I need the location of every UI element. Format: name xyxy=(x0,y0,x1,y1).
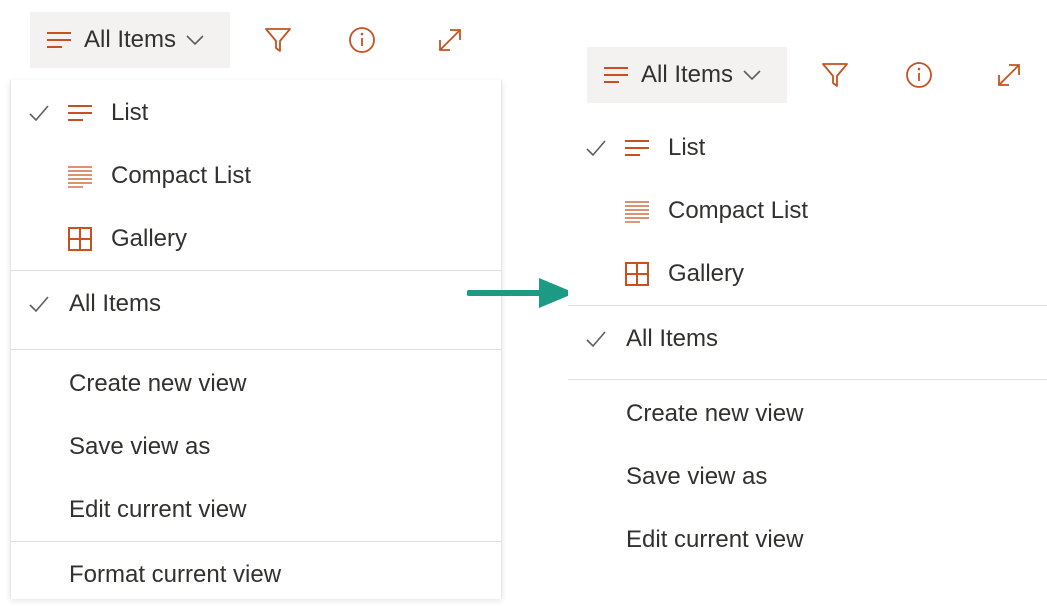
menu-divider xyxy=(11,349,501,350)
chevron-down-icon xyxy=(743,70,761,81)
left-panel: All Items List Compact List Gallery All … xyxy=(0,0,510,599)
menu-item-list[interactable]: List xyxy=(568,117,1047,179)
menu-item-label: Compact List xyxy=(111,162,252,189)
filter-icon xyxy=(822,63,848,87)
menu-item-edit-current-view[interactable]: Edit current view xyxy=(11,479,501,541)
menu-item-edit-current-view[interactable]: Edit current view xyxy=(568,509,1047,571)
view-selector-label: All Items xyxy=(641,61,734,88)
menu-item-label: All Items xyxy=(626,325,719,352)
filter-button[interactable] xyxy=(813,47,857,103)
view-menu: List Compact List Gallery All Items Crea… xyxy=(10,80,502,599)
menu-item-label: Create new view xyxy=(626,400,804,427)
menu-item-label: All Items xyxy=(69,290,162,317)
chevron-down-icon xyxy=(186,35,204,46)
view-selector-label: All Items xyxy=(84,26,177,53)
menu-item-label: Edit current view xyxy=(69,496,247,523)
gallery-grid-icon xyxy=(625,262,649,286)
filter-icon xyxy=(265,28,291,52)
view-lines-icon xyxy=(604,67,628,83)
compact-list-icon xyxy=(68,166,92,188)
command-bar: All Items xyxy=(30,12,490,68)
view-lines-icon xyxy=(47,32,71,48)
right-panel: All Items List Compact List Gallery All … xyxy=(568,0,1047,599)
menu-item-save-view-as[interactable]: Save view as xyxy=(568,446,1047,508)
menu-item-label: List xyxy=(111,99,149,126)
info-button[interactable] xyxy=(340,12,384,68)
expand-button[interactable] xyxy=(987,47,1031,103)
menu-item-gallery[interactable]: Gallery xyxy=(568,243,1047,305)
info-icon xyxy=(349,27,375,53)
command-bar: All Items xyxy=(587,47,1047,103)
expand-button[interactable] xyxy=(428,12,472,68)
list-icon xyxy=(625,140,649,156)
menu-item-label: Format current view xyxy=(69,561,282,588)
view-selector-button[interactable]: All Items xyxy=(30,12,230,68)
filter-button[interactable] xyxy=(256,12,300,68)
menu-item-compact-list[interactable]: Compact List xyxy=(568,180,1047,242)
menu-item-label: Edit current view xyxy=(626,526,804,553)
expand-icon xyxy=(439,29,461,51)
checkmark-icon xyxy=(29,105,49,122)
info-button[interactable] xyxy=(897,47,941,103)
menu-item-label: List xyxy=(668,134,706,161)
list-icon xyxy=(68,105,92,121)
expand-icon xyxy=(998,64,1020,86)
menu-item-label: Save view as xyxy=(69,433,211,460)
menu-divider xyxy=(11,270,501,271)
menu-divider xyxy=(11,541,501,542)
checkmark-icon xyxy=(29,296,49,313)
checkmark-icon xyxy=(586,140,606,157)
compact-list-icon xyxy=(625,201,649,223)
menu-item-label: Compact List xyxy=(668,197,809,224)
info-icon xyxy=(906,62,932,88)
checkmark-icon xyxy=(586,331,606,348)
menu-item-create-new-view[interactable]: Create new view xyxy=(11,353,501,415)
menu-item-label: Create new view xyxy=(69,370,247,397)
menu-item-compact-list[interactable]: Compact List xyxy=(11,145,501,207)
menu-item-all-items[interactable]: All Items xyxy=(568,308,1047,370)
menu-divider xyxy=(568,305,1047,306)
menu-item-label: Gallery xyxy=(111,225,188,252)
menu-divider xyxy=(568,379,1047,380)
menu-item-gallery[interactable]: Gallery xyxy=(11,208,501,270)
menu-item-create-new-view[interactable]: Create new view xyxy=(568,383,1047,445)
menu-item-save-view-as[interactable]: Save view as xyxy=(11,416,501,478)
menu-item-list[interactable]: List xyxy=(11,82,501,144)
view-selector-button[interactable]: All Items xyxy=(587,47,787,103)
menu-item-label: Gallery xyxy=(668,260,745,287)
menu-item-label: Save view as xyxy=(626,463,768,490)
gallery-grid-icon xyxy=(68,227,92,251)
view-menu: List Compact List Gallery All Items Crea… xyxy=(568,115,1047,585)
menu-item-format-current-view[interactable]: Format current view xyxy=(11,544,501,606)
right-arrow-icon xyxy=(467,278,575,308)
menu-item-all-items[interactable]: All Items xyxy=(11,273,501,335)
